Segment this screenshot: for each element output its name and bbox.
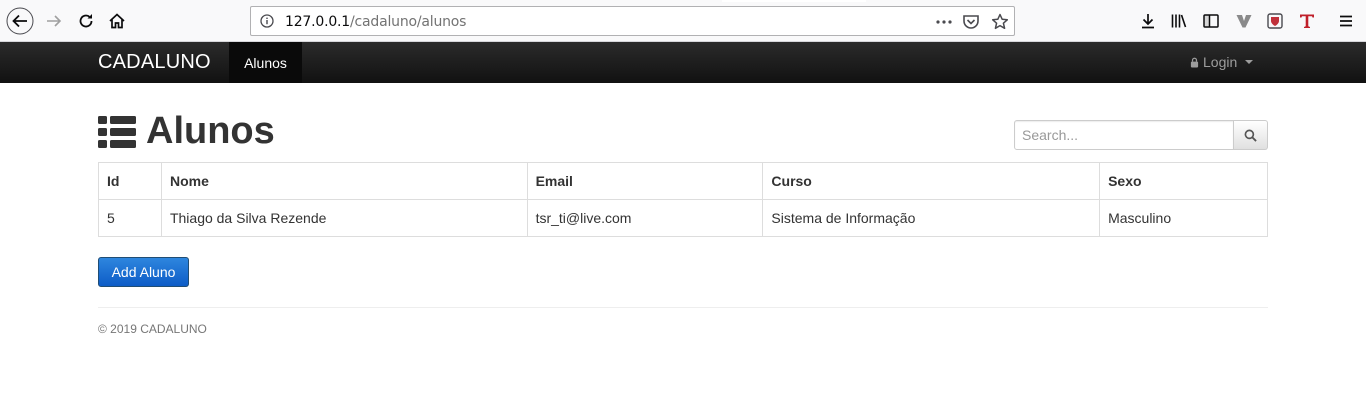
search-icon: [1244, 129, 1257, 142]
extension-v-icon[interactable]: [1234, 11, 1254, 31]
login-label: Login: [1203, 54, 1238, 70]
lock-icon: [1190, 57, 1199, 67]
footer-divider: [98, 307, 1268, 308]
column-header-curso[interactable]: Curso: [762, 162, 1101, 200]
page-header: Alunos: [98, 110, 275, 153]
column-header-nome[interactable]: Nome: [160, 162, 528, 200]
column-header-email[interactable]: Email: [526, 162, 764, 200]
footer-copyright: © 2019 CADALUNO: [98, 322, 207, 336]
brand-logo[interactable]: CADALUNO: [98, 51, 211, 74]
list-icon: [98, 115, 136, 148]
page-title: Alunos: [146, 110, 275, 152]
tab-indicator: [722, 0, 866, 2]
menu-hamburger-icon[interactable]: [1336, 11, 1356, 31]
sidebar-icon[interactable]: [1201, 11, 1221, 31]
url-text: 127.0.0.1/cadaluno/alunos: [285, 14, 466, 30]
home-button[interactable]: [102, 6, 132, 36]
cell-sexo: Masculino: [1099, 199, 1268, 237]
app-navbar: CADALUNO Alunos Login: [0, 42, 1366, 83]
table-row[interactable]: 5 Thiago da Silva Rezende tsr_ti@live.co…: [98, 199, 1268, 237]
login-dropdown[interactable]: Login: [1190, 54, 1254, 70]
search-button[interactable]: [1234, 120, 1268, 150]
extension-shield-icon[interactable]: [1265, 11, 1285, 31]
bookmark-star-icon[interactable]: [991, 13, 1009, 31]
reload-icon: [79, 14, 93, 28]
cell-curso: Sistema de Informação: [762, 199, 1101, 237]
nav-item-alunos[interactable]: Alunos: [229, 42, 302, 83]
search-input[interactable]: [1014, 120, 1234, 150]
alunos-table: Id Nome Email Curso Sexo 5 Thiago da Sil…: [98, 162, 1268, 237]
back-arrow-icon: [6, 7, 34, 35]
add-aluno-button[interactable]: Add Aluno: [98, 257, 189, 287]
reload-button[interactable]: [71, 6, 101, 36]
library-icon[interactable]: [1169, 11, 1189, 31]
extension-t-icon[interactable]: [1297, 11, 1317, 31]
browser-toolbar: 127.0.0.1/cadaluno/alunos: [0, 0, 1366, 42]
table-header-row: Id Nome Email Curso Sexo: [98, 162, 1268, 200]
cell-nome: Thiago da Silva Rezende: [160, 199, 528, 237]
info-icon[interactable]: [260, 14, 274, 28]
back-button[interactable]: [5, 6, 35, 36]
caret-down-icon: [1245, 60, 1254, 64]
url-host: 127.0.0.1: [285, 14, 350, 30]
pocket-icon[interactable]: [962, 13, 980, 31]
page-actions-icon[interactable]: [935, 13, 953, 31]
download-icon[interactable]: [1138, 11, 1158, 31]
cell-email: tsr_ti@live.com: [526, 199, 764, 237]
url-path: /cadaluno/alunos: [350, 14, 467, 30]
cell-id: 5: [98, 199, 162, 237]
home-icon: [109, 13, 125, 29]
search-form: [1014, 120, 1268, 150]
forward-button[interactable]: [39, 6, 69, 36]
column-header-sexo[interactable]: Sexo: [1099, 162, 1268, 200]
forward-arrow-icon: [47, 15, 62, 27]
address-bar[interactable]: 127.0.0.1/cadaluno/alunos: [250, 6, 1015, 36]
column-header-id[interactable]: Id: [98, 162, 162, 200]
